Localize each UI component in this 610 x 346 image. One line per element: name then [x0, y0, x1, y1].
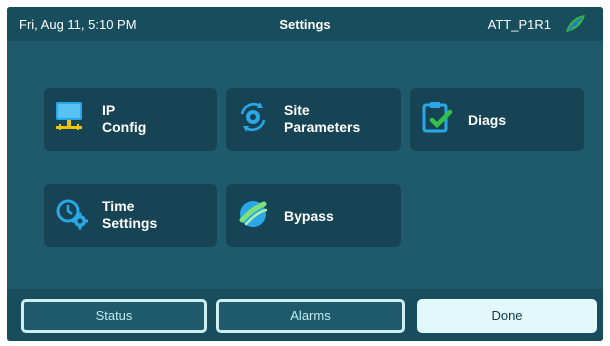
done-button[interactable]: Done — [417, 299, 597, 333]
diags-button[interactable]: Diags — [410, 88, 584, 151]
diags-label: Diags — [468, 112, 507, 128]
site-id-label: ATT_P1R1 — [487, 17, 551, 32]
bottom-bar: Status Alarms Done — [7, 289, 603, 341]
clock-gear-icon — [56, 199, 88, 230]
top-bar: Fri, Aug 11, 5:10 PM Settings ATT_P1R1 — [7, 7, 603, 41]
settings-screen: Fri, Aug 11, 5:10 PM Settings ATT_P1R1 I… — [7, 7, 603, 341]
leaf-logo-icon — [566, 15, 585, 32]
site-parameters-label: Site Parameters — [284, 102, 361, 135]
time-settings-button[interactable]: Time Settings — [44, 184, 217, 247]
gear-cycle-icon — [240, 102, 266, 132]
status-button[interactable]: Status — [21, 299, 207, 333]
ip-config-button[interactable]: IP Config — [44, 88, 217, 151]
site-parameters-button[interactable]: Site Parameters — [226, 88, 401, 151]
time-settings-label: Time Settings — [102, 198, 158, 231]
bypass-button[interactable]: Bypass — [226, 184, 401, 247]
ip-config-label: IP Config — [102, 102, 147, 135]
alarms-button[interactable]: Alarms — [216, 299, 405, 333]
bypass-globe-icon — [239, 201, 268, 227]
bypass-label: Bypass — [284, 208, 334, 224]
clipboard-check-icon — [422, 102, 453, 133]
network-monitor-icon — [56, 102, 82, 130]
